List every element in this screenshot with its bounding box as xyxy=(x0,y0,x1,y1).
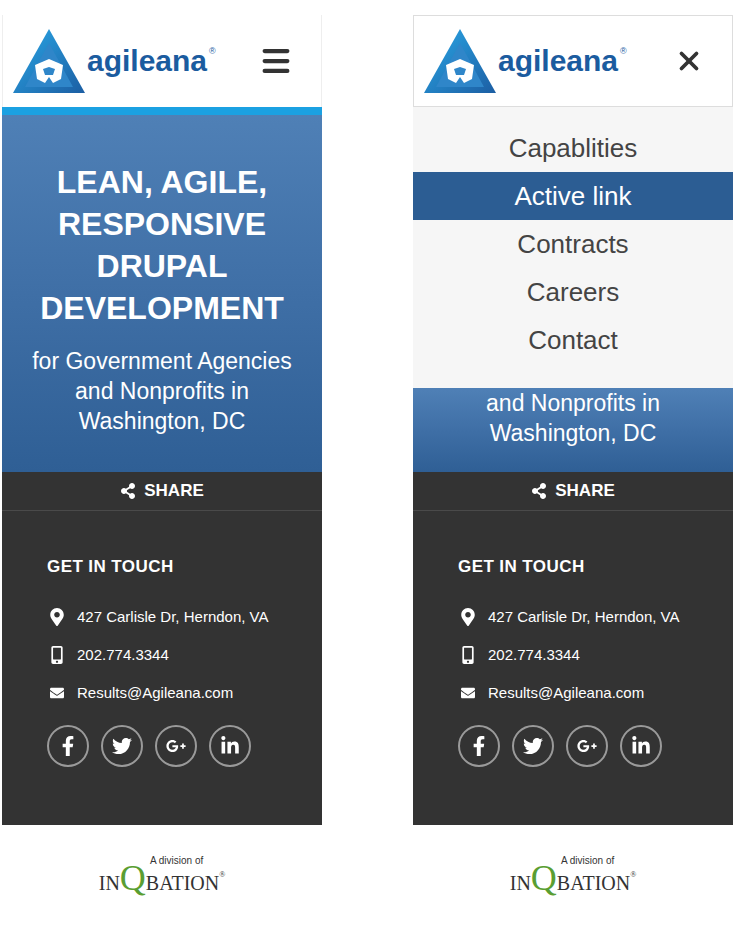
google-plus-icon xyxy=(577,736,597,756)
social-button[interactable] xyxy=(155,725,197,767)
social-button[interactable] xyxy=(620,725,662,767)
footer-logo[interactable]: A division ofINQBATION® xyxy=(2,855,322,893)
social-button[interactable] xyxy=(458,725,500,767)
twitter-icon xyxy=(523,736,543,756)
envelope-icon xyxy=(461,686,475,700)
linkedin-icon xyxy=(220,736,240,756)
linkedin-icon xyxy=(631,736,651,756)
footer-division: A division of xyxy=(150,855,203,867)
brand-mark: ® xyxy=(209,45,216,59)
nav-menu: CapablitiesActive linkContractsCareersCo… xyxy=(413,107,733,388)
footer-logo[interactable]: A division ofINQBATION® xyxy=(413,855,733,893)
share-icon xyxy=(531,483,547,499)
phone-icon xyxy=(459,646,477,664)
social-button[interactable] xyxy=(512,725,554,767)
contact-item[interactable]: 427 Carlisle Dr, Herndon, VA xyxy=(458,606,733,628)
agileana-logo[interactable]: agileana® xyxy=(424,29,627,93)
hero: LEAN, AGILE,RESPONSIVEDRUPALDEVELOPMENT f… xyxy=(2,115,322,472)
brand-mark: ® xyxy=(620,45,627,59)
envelope-icon xyxy=(50,686,64,700)
agileana-logo-icon xyxy=(13,29,85,93)
share-icon xyxy=(120,483,136,499)
brand-name: agileana xyxy=(87,46,207,76)
social-button[interactable] xyxy=(47,725,89,767)
contact-item[interactable]: Results@Agileana.com xyxy=(47,682,322,704)
mockup-canvas: agileana®LEAN, AGILE,RESPONSIVEDRUPALDEV… xyxy=(0,0,735,932)
site-header: agileana® xyxy=(2,15,322,107)
twitter-icon xyxy=(112,736,132,756)
contact-item[interactable]: 202.774.3344 xyxy=(47,644,322,666)
share-bar[interactable]: SHARE xyxy=(2,472,322,511)
nav-menu-item[interactable]: Contracts xyxy=(413,220,733,268)
map-pin-icon xyxy=(459,608,477,626)
agileana-logo-icon xyxy=(424,29,496,93)
facebook-icon xyxy=(469,736,489,756)
hero: and Nonprofits inWashington, DC xyxy=(413,388,733,472)
contact-section: GET IN TOUCH 427 Carlisle Dr, Herndon, VA… xyxy=(413,511,733,825)
phone-screen: agileana® CapablitiesActive linkContracts… xyxy=(413,0,733,893)
share-bar[interactable]: SHARE xyxy=(413,472,733,511)
contact-item[interactable]: Results@Agileana.com xyxy=(458,682,733,704)
phone-icon xyxy=(48,646,66,664)
social-links xyxy=(47,725,322,767)
contact-heading: GET IN TOUCH xyxy=(458,556,733,578)
brand-name: agileana xyxy=(498,46,618,76)
facebook-icon xyxy=(58,736,78,756)
contact-item[interactable]: 427 Carlisle Dr, Herndon, VA xyxy=(47,606,322,628)
contact-item[interactable]: 202.774.3344 xyxy=(458,644,733,666)
nav-menu-item[interactable]: Active link xyxy=(413,172,733,220)
contact-heading: GET IN TOUCH xyxy=(47,556,322,578)
map-pin-icon xyxy=(48,608,66,626)
social-button[interactable] xyxy=(566,725,608,767)
hero-subtitle: for Government Agenciesand Nonprofits in… xyxy=(32,346,292,436)
social-button[interactable] xyxy=(101,725,143,767)
social-button[interactable] xyxy=(209,725,251,767)
phone-screen: agileana® LEAN, AGILE,RESPONSIVEDRUPALDEV… xyxy=(2,0,322,893)
hamburger-icon[interactable] xyxy=(259,44,293,78)
agileana-logo[interactable]: agileana® xyxy=(13,29,216,93)
google-plus-icon xyxy=(166,736,186,756)
nav-menu-item[interactable]: Careers xyxy=(413,268,733,316)
close-icon[interactable] xyxy=(674,46,704,76)
accent-stripe xyxy=(2,107,322,115)
nav-menu-item[interactable]: Contact xyxy=(413,316,733,364)
site-header: agileana® xyxy=(413,15,733,107)
nav-menu-item[interactable]: Capablities xyxy=(413,124,733,172)
hero-subtitle: and Nonprofits inWashington, DC xyxy=(486,388,660,448)
contact-section: GET IN TOUCH 427 Carlisle Dr, Herndon, VA… xyxy=(2,511,322,825)
hero-title: LEAN, AGILE,RESPONSIVEDRUPALDEVELOPMENT xyxy=(40,161,284,329)
footer-division: A division of xyxy=(561,855,614,867)
social-links xyxy=(458,725,733,767)
